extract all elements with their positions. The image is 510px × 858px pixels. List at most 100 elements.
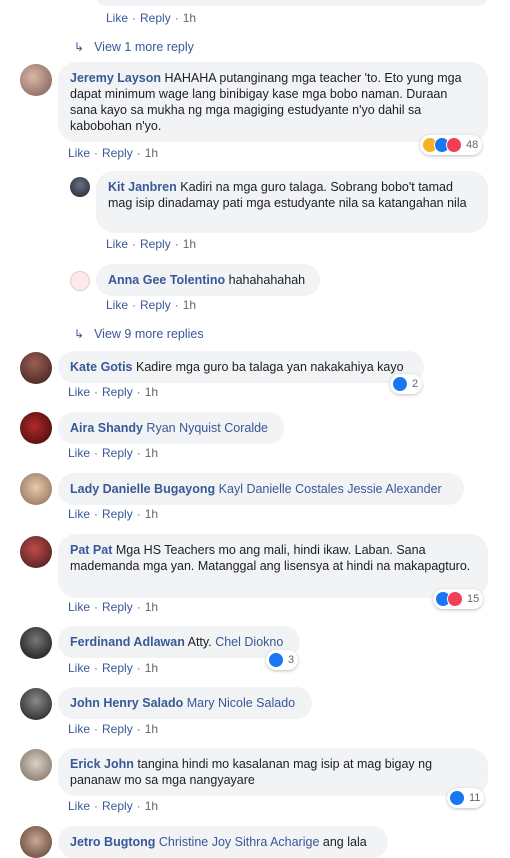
avatar[interactable] [20,64,52,96]
like-link[interactable]: Like [106,298,128,312]
comment-time: 1h [144,146,159,160]
reply-link[interactable]: Reply [102,385,133,399]
comment-time: 1h [144,661,159,675]
reply-text: hahahahahah [228,273,306,287]
comment-bubble: Ferdinand Adlawan Atty. Chel Diokno [58,626,300,658]
avatar[interactable] [20,352,52,384]
comment-bubble: Aira Shandy Ryan Nyquist Coralde [58,412,284,444]
comment-time: 1h [144,600,159,614]
tagged-user[interactable]: Christine Joy Sithra Acharige [159,835,320,849]
avatar[interactable] [20,749,52,781]
reaction-summary[interactable]: 48 [420,135,483,155]
reaction-count: 2 [412,378,419,390]
comment-actions: Like · Reply · 1h [106,11,197,25]
comment-author[interactable]: Kate Gotis [70,360,133,374]
reply-arrow-icon: ↳ [74,327,85,341]
like-link[interactable]: Like [68,446,90,460]
reply-time: 1h [182,237,197,251]
like-link[interactable]: Like [106,237,128,251]
reaction-summary[interactable]: 2 [390,374,423,394]
comment-text: Mga HS Teachers mo ang mali, hindi ikaw.… [70,543,471,573]
avatar[interactable] [20,412,52,444]
reply-actions: Like · Reply · 1h [106,237,197,251]
comment-author[interactable]: Erick John [70,757,134,771]
comment-author[interactable]: John Henry Salado [70,696,183,710]
like-link[interactable]: Like [68,385,90,399]
avatar[interactable] [70,177,90,197]
comment-text: Atty. [187,635,212,649]
reaction-count: 3 [288,654,295,666]
comment-bubble: Jetro Bugtong Christine Joy Sithra Achar… [58,826,388,858]
comment-time: 1h [144,507,159,521]
view-more-replies-link[interactable]: ↳ View 9 more replies [74,327,204,341]
tagged-user[interactable]: Ryan Nyquist Coralde [146,421,268,435]
avatar[interactable] [70,271,90,291]
tagged-user[interactable]: Chel Diokno [215,635,283,649]
comment-actions: Like · Reply · 1h [68,799,159,813]
comment-author[interactable]: Jeremy Layson [70,71,161,85]
comment-author[interactable]: Lady Danielle Bugayong [70,482,215,496]
reply-link[interactable]: Reply [140,237,171,251]
reaction-count: 11 [469,792,481,804]
avatar[interactable] [20,826,52,858]
comment-author[interactable]: Pat Pat [70,543,112,557]
like-link[interactable]: Like [106,11,128,25]
reply-link[interactable]: Reply [140,298,171,312]
comment-actions: Like · Reply · 1h [68,507,159,521]
comment-time: 1h [144,722,159,736]
view-more-label: View 1 more reply [94,40,194,54]
comment-author[interactable]: Aira Shandy [70,421,143,435]
comment-actions: Like · Reply · 1h [68,385,159,399]
tagged-user[interactable]: Mary Nicole Salado [187,696,295,710]
reply-link[interactable]: Reply [102,600,133,614]
comment-bubble: Erick John tangina hindi mo kasalanan ma… [58,748,488,796]
avatar[interactable] [20,473,52,505]
comment-author[interactable]: Jetro Bugtong [70,835,155,849]
reaction-count: 48 [466,139,479,151]
avatar[interactable] [20,536,52,568]
like-link[interactable]: Like [68,600,90,614]
comment-actions: Like · Reply · 1h [68,600,159,614]
reaction-summary[interactable]: 15 [433,589,484,609]
reply-time: 1h [182,298,197,312]
comment-actions: Like · Reply · 1h [68,661,159,675]
comment-actions: Like · Reply · 1h [68,146,159,160]
like-link[interactable]: Like [68,146,90,160]
comment-time: 1h [144,385,159,399]
reply-arrow-icon: ↳ [74,40,85,54]
reply-link[interactable]: Reply [140,11,171,25]
love-reaction-icon [447,591,463,607]
reply-link[interactable]: Reply [102,799,133,813]
comment-time: 1h [182,11,197,25]
reaction-summary[interactable]: 11 [447,788,485,808]
reply-link[interactable]: Reply [102,507,133,521]
comment-bubble: John Henry Salado Mary Nicole Salado [58,687,312,719]
view-more-label: View 9 more replies [94,327,204,341]
tagged-user[interactable]: Kayl Danielle Costales Jessie Alexander [219,482,442,496]
avatar[interactable] [20,688,52,720]
comment-time: 1h [144,799,159,813]
reply-author[interactable]: Kit Janbren [108,180,177,194]
comment-author[interactable]: Ferdinand Adlawan [70,635,185,649]
like-link[interactable]: Like [68,799,90,813]
reply-author[interactable]: Anna Gee Tolentino [108,273,225,287]
reply-bubble: Anna Gee Tolentino hahahahahah [96,264,320,296]
like-link[interactable]: Like [68,722,90,736]
like-reaction-icon [392,376,408,392]
like-link[interactable]: Like [68,507,90,521]
comment-actions: Like · Reply · 1h [68,722,159,736]
reply-link[interactable]: Reply [102,146,133,160]
view-more-replies-link[interactable]: ↳ View 1 more reply [74,40,194,54]
reply-link[interactable]: Reply [102,446,133,460]
like-link[interactable]: Like [68,661,90,675]
avatar[interactable] [20,627,52,659]
reply-link[interactable]: Reply [102,661,133,675]
comment-bubble: Lady Danielle Bugayong Kayl Danielle Cos… [58,473,464,505]
comment-actions: Like · Reply · 1h [68,446,159,460]
reply-link[interactable]: Reply [102,722,133,736]
like-reaction-icon [449,790,465,806]
comment-time: 1h [144,446,159,460]
reaction-summary[interactable]: 3 [266,650,299,670]
reaction-count: 15 [467,593,480,605]
comment-bubble: Kate Gotis Kadire mga guro ba talaga yan… [58,351,424,383]
